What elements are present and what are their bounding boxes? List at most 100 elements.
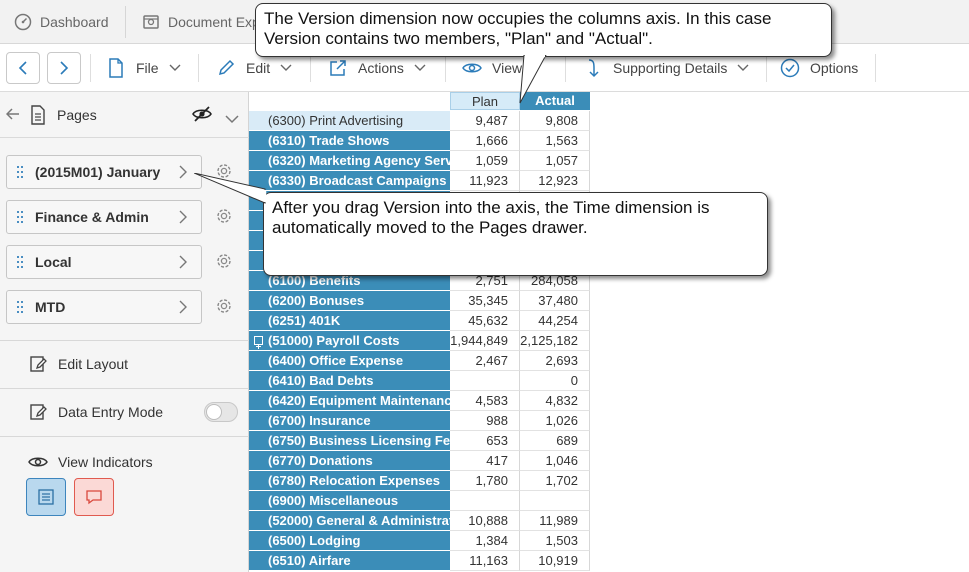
page-dimension-currency[interactable]: Local xyxy=(6,245,202,279)
chevron-down-icon[interactable] xyxy=(225,111,239,129)
arrow-left-icon[interactable] xyxy=(5,107,20,126)
row-header[interactable]: (6500) Lodging xyxy=(249,531,450,551)
toolbar-divider xyxy=(90,54,91,82)
tab-dashboard[interactable]: Dashboard xyxy=(14,0,109,44)
page-dimension-period[interactable]: MTD xyxy=(6,290,202,324)
row-header[interactable]: (6770) Donations xyxy=(249,451,450,471)
row-header[interactable]: (51000) Payroll Costs xyxy=(249,331,450,351)
cell-actual[interactable]: 1,026 xyxy=(520,411,590,431)
drag-handle-icon[interactable] xyxy=(17,300,31,314)
row-header[interactable]: (52000) General & Administrat xyxy=(249,511,450,531)
pages-header: Pages xyxy=(0,92,249,138)
callout-pointer xyxy=(194,173,267,204)
options-menu-label: Options xyxy=(810,60,859,76)
row-header[interactable]: (6420) Equipment Maintenanc xyxy=(249,391,450,411)
gear-icon[interactable] xyxy=(214,251,234,271)
supporting-detail-indicator-button[interactable] xyxy=(26,478,66,516)
back-button[interactable] xyxy=(6,52,40,84)
cell-plan[interactable]: 9,487 xyxy=(450,111,520,131)
expand-icon[interactable] xyxy=(254,336,263,349)
comment-indicator-button[interactable] xyxy=(74,478,114,516)
cell-actual[interactable]: 689 xyxy=(520,431,590,451)
cell-plan[interactable]: 35,345 xyxy=(450,291,520,311)
row-header[interactable]: (6330) Broadcast Campaigns xyxy=(249,171,450,191)
row-header[interactable]: (6780) Relocation Expenses xyxy=(249,471,450,491)
cell-plan[interactable]: 2,467 xyxy=(450,351,520,371)
tab-divider xyxy=(125,6,126,38)
cell-actual[interactable]: 1,057 xyxy=(520,151,590,171)
row-header[interactable]: (6510) Airfare xyxy=(249,551,450,571)
view-indicators-row: View Indicators xyxy=(28,452,153,472)
drag-handle-icon[interactable] xyxy=(17,255,31,269)
row-header[interactable]: (6200) Bonuses xyxy=(249,291,450,311)
file-menu[interactable]: File xyxy=(106,44,181,92)
cell-actual[interactable]: 1,563 xyxy=(520,131,590,151)
external-link-icon xyxy=(328,58,348,78)
forward-button[interactable] xyxy=(47,52,81,84)
cell-actual[interactable]: 4,832 xyxy=(520,391,590,411)
cell-plan[interactable]: 1,384 xyxy=(450,531,520,551)
check-circle-icon xyxy=(780,58,800,78)
cell-plan[interactable] xyxy=(450,371,520,391)
cell-plan[interactable]: 10,888 xyxy=(450,511,520,531)
cell-plan[interactable]: 11,923 xyxy=(450,171,520,191)
data-entry-mode-row: Data Entry Mode xyxy=(28,402,163,422)
gear-icon[interactable] xyxy=(214,296,234,316)
cell-plan[interactable]: 988 xyxy=(450,411,520,431)
cell-actual[interactable]: 9,808 xyxy=(520,111,590,131)
cell-actual[interactable]: 2,693 xyxy=(520,351,590,371)
data-entry-toggle[interactable] xyxy=(204,402,238,422)
cell-actual[interactable]: 1,702 xyxy=(520,471,590,491)
cell-plan[interactable]: 653 xyxy=(450,431,520,451)
cell-plan[interactable] xyxy=(450,491,520,511)
cell-actual[interactable]: 12,923 xyxy=(520,171,590,191)
file-menu-label: File xyxy=(136,60,159,76)
drag-handle-icon[interactable] xyxy=(17,165,31,179)
row-header[interactable]: (6310) Trade Shows xyxy=(249,131,450,151)
toolbar-divider xyxy=(198,54,199,82)
row-header[interactable]: (6900) Miscellaneous xyxy=(249,491,450,511)
edit-layout-button[interactable]: Edit Layout xyxy=(28,354,128,374)
panel-divider xyxy=(0,436,249,437)
row-header[interactable]: (6410) Bad Debts xyxy=(249,371,450,391)
row-header[interactable]: (6400) Office Expense xyxy=(249,351,450,371)
drag-handle-icon[interactable] xyxy=(17,210,31,224)
row-header[interactable]: (6320) Marketing Agency Servi xyxy=(249,151,450,171)
chevron-down-icon xyxy=(414,64,426,72)
view-indicators-label: View Indicators xyxy=(58,454,153,470)
row-header[interactable]: (6251) 401K xyxy=(249,311,450,331)
cell-plan[interactable]: 4,583 xyxy=(450,391,520,411)
actions-menu-label: Actions xyxy=(358,60,404,76)
cell-plan[interactable]: 1,780 xyxy=(450,471,520,491)
tab-document-explorer[interactable]: Document Exp xyxy=(142,0,260,44)
toolbar-divider xyxy=(875,54,876,82)
row-header[interactable]: (6300) Print Advertising xyxy=(249,111,450,131)
cell-plan[interactable]: 417 xyxy=(450,451,520,471)
edit-layout-label: Edit Layout xyxy=(58,356,129,372)
cell-actual[interactable]: 10,919 xyxy=(520,551,590,571)
cell-actual[interactable]: 2,125,182 xyxy=(520,331,590,351)
chevron-right-icon xyxy=(179,210,187,224)
eye-hidden-icon[interactable] xyxy=(192,106,212,127)
dimension-label: (2015M01) January xyxy=(35,164,161,180)
row-header[interactable]: (6700) Insurance xyxy=(249,411,450,431)
cell-plan[interactable]: 1,666 xyxy=(450,131,520,151)
cell-plan[interactable]: 45,632 xyxy=(450,311,520,331)
column-header-plan[interactable]: Plan xyxy=(450,92,520,110)
chevron-down-icon xyxy=(737,64,749,72)
cell-plan[interactable]: 11,163 xyxy=(450,551,520,571)
cell-actual[interactable]: 11,989 xyxy=(520,511,590,531)
cell-actual[interactable]: 0 xyxy=(520,371,590,391)
cell-plan[interactable]: 1,944,849 xyxy=(450,331,520,351)
tab-document-explorer-label: Document Exp xyxy=(168,14,260,30)
cell-plan[interactable]: 1,059 xyxy=(450,151,520,171)
cell-actual[interactable]: 1,503 xyxy=(520,531,590,551)
cell-actual[interactable]: 37,480 xyxy=(520,291,590,311)
page-dimension-entity[interactable]: Finance & Admin xyxy=(6,200,202,234)
cell-actual[interactable] xyxy=(520,491,590,511)
cell-actual[interactable]: 44,254 xyxy=(520,311,590,331)
cell-actual[interactable]: 1,046 xyxy=(520,451,590,471)
row-header[interactable]: (6750) Business Licensing Fees xyxy=(249,431,450,451)
document-icon xyxy=(142,13,160,31)
page-dimension-time[interactable]: (2015M01) January xyxy=(6,155,202,189)
